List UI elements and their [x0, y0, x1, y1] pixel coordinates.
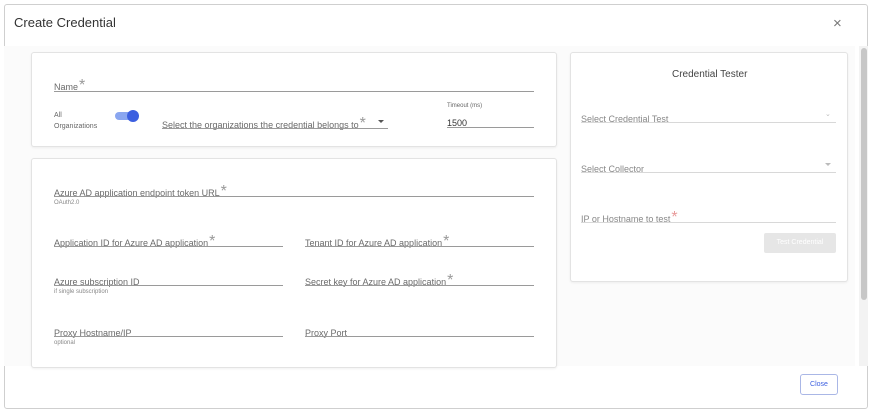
collector-chevron-down-icon [825, 163, 831, 166]
subscription-id-field[interactable]: Azure subscription ID [54, 272, 283, 287]
select-credential-test[interactable]: Select Credential Test [581, 109, 836, 124]
application-id-field[interactable]: Application ID for Azure AD application* [54, 233, 283, 250]
dialog-title: Create Credential [14, 15, 116, 30]
token-url-field[interactable]: Azure AD application endpoint token URL* [54, 183, 534, 200]
basic-info-card [31, 52, 557, 147]
close-button[interactable]: Close [800, 374, 838, 395]
host-to-test-field[interactable]: IP or Hostname to test* [581, 209, 836, 226]
secret-key-field[interactable]: Secret key for Azure AD application* [305, 272, 534, 289]
scrollbar-thumb[interactable] [861, 48, 867, 300]
organizations-select[interactable]: Select the organizations the credential … [162, 115, 388, 132]
proxy-port-field[interactable]: Proxy Port [305, 323, 534, 338]
timeout-input[interactable]: 1500 [447, 113, 534, 128]
credential-tester-heading: Credential Tester [672, 69, 748, 80]
test-credential-button[interactable]: Test Credential [764, 233, 836, 253]
select-collector[interactable]: Select Collector [581, 159, 836, 174]
close-icon[interactable]: × [833, 16, 842, 31]
token-url-hint: OAuth2.0 [54, 200, 80, 206]
proxy-hostname-hint: optional [54, 340, 76, 346]
all-organizations-label: All Organizations [54, 112, 98, 130]
organizations-chevron-down-icon [378, 120, 384, 123]
tenant-id-field[interactable]: Tenant ID for Azure AD application* [305, 233, 534, 250]
proxy-hostname-field[interactable]: Proxy Hostname/IP [54, 323, 283, 338]
name-field[interactable]: Name* [54, 77, 534, 94]
credential-test-chevron-down-icon: ⌄ [825, 111, 831, 118]
subscription-id-hint: if single subscription [54, 289, 109, 295]
timeout-label: Timeout (ms) [447, 103, 483, 109]
all-organizations-toggle[interactable] [115, 110, 139, 122]
